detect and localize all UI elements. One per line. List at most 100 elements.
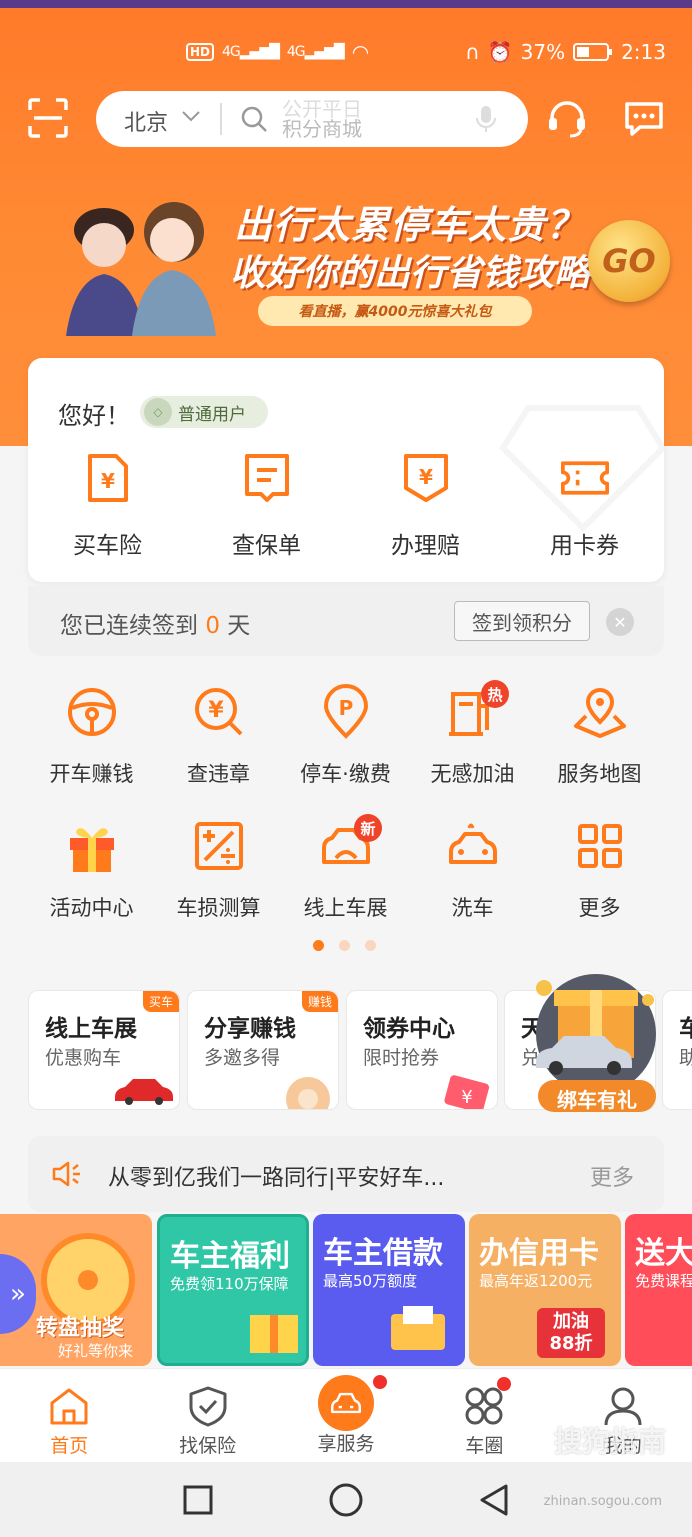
signin-days: 0 xyxy=(205,613,220,639)
banner-people-image xyxy=(66,202,216,336)
banner-owner-loan[interactable]: 车主借款 最高50万额度 xyxy=(313,1214,465,1366)
double-chevron-right-icon[interactable]: » xyxy=(0,1254,36,1334)
svg-text:P: P xyxy=(338,696,353,720)
user-card: 您好！ ◇ 普通用户 ¥ 买车险 查保单 ¥ 办理赔 用卡券 xyxy=(28,358,664,582)
service-parking[interactable]: P 停车·缴费 xyxy=(282,680,409,814)
banner-owner-welfare[interactable]: 车主福利 免费领110万保障 xyxy=(157,1214,309,1366)
service-damage-calc[interactable]: 车损测算 xyxy=(155,814,282,948)
notice-more-link[interactable]: 更多 xyxy=(590,1160,634,1192)
search-divider xyxy=(220,103,222,135)
hd-badge: HD xyxy=(186,43,215,61)
parking-icon: P xyxy=(323,684,368,739)
promo-card-5[interactable]: 车 助 xyxy=(662,990,692,1110)
tab-insurance[interactable]: 找保险 xyxy=(138,1369,276,1462)
tab-home[interactable]: 首页 xyxy=(0,1369,138,1462)
notice-bar[interactable]: 从零到亿我们一路同行|平安好车... 更多 xyxy=(28,1136,664,1212)
page-dot-2[interactable] xyxy=(339,940,350,951)
banner-go-button[interactable]: GO xyxy=(588,220,670,302)
home-icon xyxy=(50,1388,88,1425)
banner-free-course[interactable]: 送大 免费课程 xyxy=(625,1214,692,1366)
service-drive-earn[interactable]: 开车赚钱 xyxy=(28,680,155,814)
page-dot-3[interactable] xyxy=(365,940,376,951)
promo-card-coupon-center[interactable]: 领券中心 限时抢券 ¥ xyxy=(346,990,498,1110)
gift-icon xyxy=(250,1315,298,1353)
notification-dot xyxy=(497,1377,512,1391)
fuel-discount-badge: 加油 88折 xyxy=(537,1308,605,1358)
promo-banner[interactable]: 出行太累停车太贵？ 收好你的出行省钱攻略 看直播，赢4000元惊喜大礼包 GO xyxy=(30,180,670,340)
page-indicator xyxy=(313,940,376,951)
svg-text:¥: ¥ xyxy=(208,698,224,723)
signal-4g-1: 4G▂▄▆█ xyxy=(222,44,280,60)
promo-card-share-earn[interactable]: 赚钱 分享赚钱 多邀多得 xyxy=(187,990,339,1110)
check-policy-button[interactable]: 查保单 xyxy=(187,452,346,560)
community-icon xyxy=(465,1387,503,1425)
banner-lottery[interactable]: » 转盘抽奖 好礼等你来 xyxy=(0,1214,152,1366)
buy-insurance-button[interactable]: ¥ 买车险 xyxy=(28,452,187,560)
service-map[interactable]: 服务地图 xyxy=(536,680,663,814)
user-level-badge[interactable]: ◇ 普通用户 xyxy=(140,396,268,428)
tab-car-circle[interactable]: 车圈 xyxy=(415,1369,553,1462)
speaker-icon xyxy=(52,1161,80,1187)
headset-icon: ∩ xyxy=(465,40,480,64)
chevron-down-icon xyxy=(182,111,200,122)
services-grid: 开车赚钱 ¥ 查违章 P 停车·缴费 热 无感加油 服务地图 活动中心 车损测算 xyxy=(28,680,664,948)
notification-dot xyxy=(372,1375,387,1389)
battery-icon xyxy=(573,43,613,61)
bind-car-label: 绑车有礼 xyxy=(557,1088,637,1112)
level-icon: ◇ xyxy=(144,398,172,426)
scan-icon[interactable] xyxy=(28,98,68,138)
ticket-icon xyxy=(560,461,609,495)
back-nav-icon[interactable] xyxy=(476,1482,512,1518)
alarm-icon: ⏰ xyxy=(487,40,513,64)
search-placeholder[interactable]: 公开平日 积分商城 xyxy=(282,99,362,139)
banner-live-pill[interactable]: 看直播，赢4000元惊喜大礼包 xyxy=(258,296,532,326)
service-car-wash[interactable]: 洗车 xyxy=(409,814,536,948)
service-online-car-show[interactable]: 新 线上车展 xyxy=(282,814,409,948)
calculator-icon xyxy=(194,822,243,870)
customer-service-icon[interactable] xyxy=(546,98,588,140)
coin-icon xyxy=(286,1077,330,1109)
car-icon xyxy=(317,1375,374,1431)
clock: 2:13 xyxy=(621,40,666,64)
recent-apps-icon[interactable] xyxy=(182,1484,214,1516)
tab-services[interactable]: 享服务 xyxy=(277,1369,415,1462)
service-fuel[interactable]: 热 无感加油 xyxy=(409,680,536,814)
card-actions: ¥ 买车险 查保单 ¥ 办理赔 用卡券 xyxy=(28,452,664,560)
file-claim-label: 办理赔 xyxy=(391,533,460,559)
top-banner-strip xyxy=(0,0,692,8)
close-icon[interactable]: ✕ xyxy=(606,608,634,636)
buy-insurance-label: 买车险 xyxy=(73,533,142,559)
notice-text: 从零到亿我们一路同行|平安好车... xyxy=(108,1166,445,1191)
status-bar-right: ∩ ⏰ 37% 2:13 xyxy=(465,36,666,68)
services-row-2: 活动中心 车损测算 新 线上车展 洗车 更多 xyxy=(28,814,664,948)
message-icon[interactable] xyxy=(624,101,664,137)
page-dot-1[interactable] xyxy=(313,940,324,951)
signal-4g-2: 4G▂▄▆█ xyxy=(286,44,345,60)
battery-percent: 37% xyxy=(520,40,566,64)
promo-tag: 赚钱 xyxy=(301,991,338,1012)
shield-check-icon xyxy=(189,1386,227,1427)
map-pin-icon xyxy=(573,688,626,738)
greeting: 您好！ xyxy=(58,402,130,430)
city-selector[interactable]: 北京 xyxy=(124,105,168,137)
promo-card-car-show[interactable]: 买车 线上车展 优惠购车 xyxy=(28,990,180,1110)
money-box-icon xyxy=(391,1306,445,1350)
use-coupon-button[interactable]: 用卡券 xyxy=(505,452,664,560)
banner-credit-card[interactable]: 办信用卡 最高年返1200元 加油 88折 xyxy=(469,1214,621,1366)
signin-button[interactable]: 签到领积分 xyxy=(454,601,590,641)
banner-headline: 出行太累停车太贵？ xyxy=(234,203,586,247)
shield-yen-icon: ¥ xyxy=(403,454,448,502)
car-wash-icon xyxy=(448,823,497,864)
coupon-ticket-icon: ¥ xyxy=(444,1075,490,1109)
file-claim-button[interactable]: ¥ 办理赔 xyxy=(346,452,505,560)
bind-car-float[interactable]: 绑车有礼 xyxy=(530,970,660,1118)
signin-status: 您已连续签到 0 天 xyxy=(60,613,251,639)
microphone-icon[interactable] xyxy=(474,104,498,134)
service-check-violation[interactable]: ¥ 查违章 xyxy=(155,680,282,814)
user-level-label: 普通用户 xyxy=(178,404,246,425)
service-more[interactable]: 更多 xyxy=(536,814,663,948)
home-nav-icon[interactable] xyxy=(328,1482,364,1518)
service-activity[interactable]: 活动中心 xyxy=(28,814,155,948)
search-bar[interactable]: 北京 公开平日 积分商城 xyxy=(96,91,528,147)
svg-text:¥: ¥ xyxy=(101,469,115,493)
